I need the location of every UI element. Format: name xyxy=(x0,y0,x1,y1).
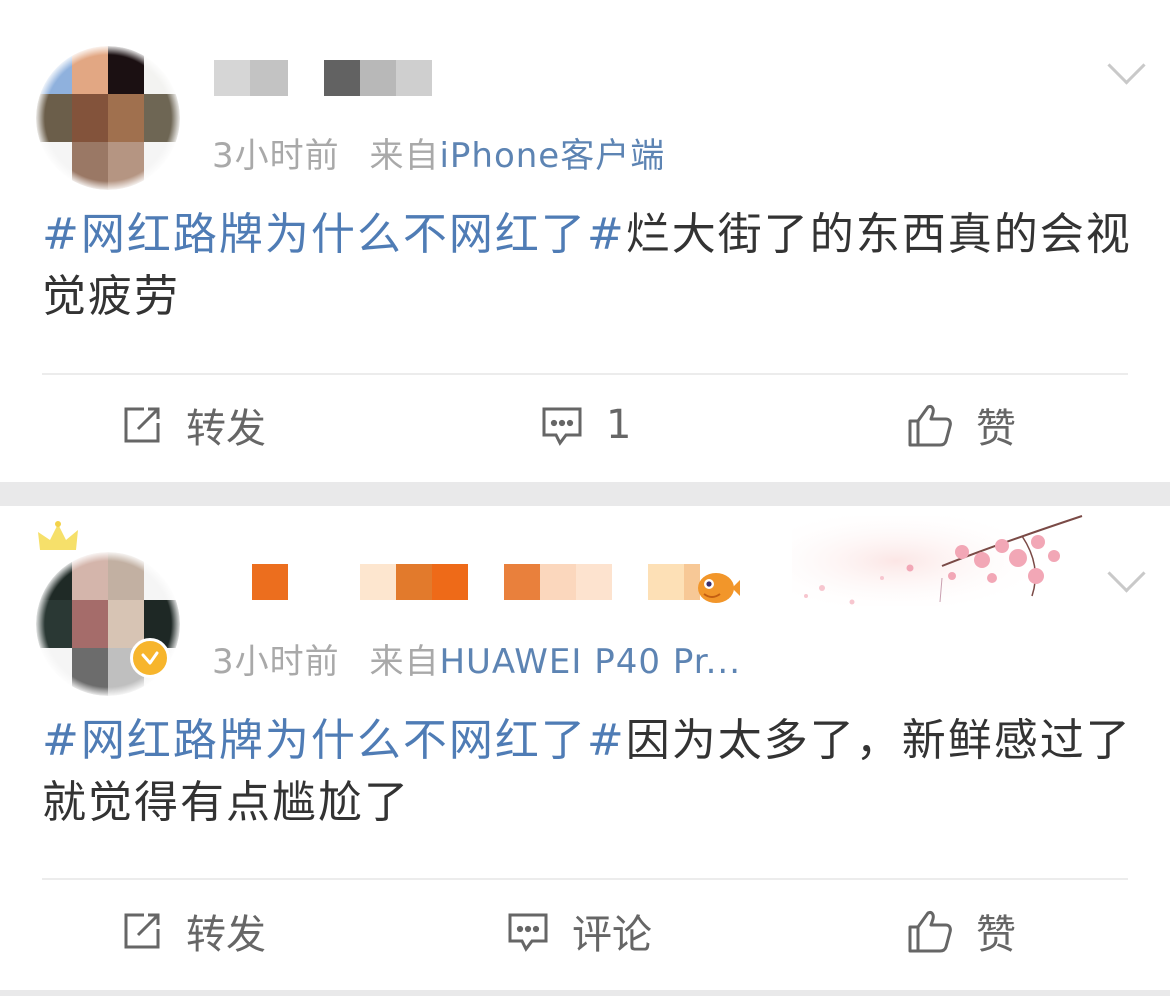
post-meta: 3小时前 来自iPhone客户端 xyxy=(212,128,665,177)
username-redacted[interactable] xyxy=(214,564,734,600)
thumbs-up-icon xyxy=(908,911,952,953)
source-prefix: 来自 xyxy=(369,642,440,682)
comment-button[interactable]: 评论 xyxy=(506,906,652,958)
repost-button[interactable]: 转发 xyxy=(120,906,266,958)
post-time: 3小时前 xyxy=(212,136,340,176)
cherry-blossom-decoration xyxy=(792,515,1083,606)
like-button[interactable]: 赞 xyxy=(906,400,1016,452)
comment-bubble-icon xyxy=(508,913,548,952)
repost-label: 转发 xyxy=(186,406,266,452)
divider xyxy=(42,878,1128,880)
post-meta: 3小时前 来自HUAWEI P40 Pr... xyxy=(212,634,741,683)
post-time: 3小时前 xyxy=(212,642,340,682)
comment-count: 1 xyxy=(606,402,632,448)
avatar[interactable] xyxy=(36,46,180,190)
comment-bubble-icon xyxy=(542,407,582,446)
post-card: 3小时前 来自iPhone客户端 #网红路牌为什么不网红了#烂大街了的东西真的会… xyxy=(0,0,1170,482)
crown-icon xyxy=(38,521,78,550)
post-source[interactable]: iPhone客户端 xyxy=(439,136,665,176)
chevron-down-icon[interactable] xyxy=(1107,554,1146,593)
chevron-down-icon[interactable] xyxy=(1107,46,1146,85)
like-label: 赞 xyxy=(976,406,1016,452)
share-edit-icon xyxy=(124,913,160,949)
comment-label: 评论 xyxy=(572,912,652,958)
share-edit-icon xyxy=(124,407,160,443)
like-button[interactable]: 赞 xyxy=(906,906,1016,958)
source-prefix: 来自 xyxy=(369,136,440,176)
repost-button[interactable]: 转发 xyxy=(120,400,266,452)
pufferfish-icon xyxy=(698,573,740,603)
hashtag-link[interactable]: #网红路牌为什么不网红了# xyxy=(42,715,626,766)
post-text: #网红路牌为什么不网红了#因为太多了，新鲜感过了就觉得有点尴尬了 xyxy=(42,710,1132,834)
post-source[interactable]: HUAWEI P40 Pr... xyxy=(439,642,741,682)
hashtag-link[interactable]: #网红路牌为什么不网红了# xyxy=(42,209,626,260)
username-redacted[interactable] xyxy=(214,60,434,96)
post-text: #网红路牌为什么不网红了#烂大街了的东西真的会视觉疲劳 xyxy=(42,204,1132,328)
repost-label: 转发 xyxy=(186,912,266,958)
post-card: 3小时前 来自HUAWEI P40 Pr... #网红路牌为什么不网红了#因为太… xyxy=(0,506,1170,990)
like-label: 赞 xyxy=(976,912,1016,958)
comment-button[interactable]: 1 xyxy=(540,400,631,450)
divider xyxy=(42,373,1128,375)
verified-badge-icon xyxy=(130,638,170,678)
thumbs-up-icon xyxy=(908,405,952,447)
